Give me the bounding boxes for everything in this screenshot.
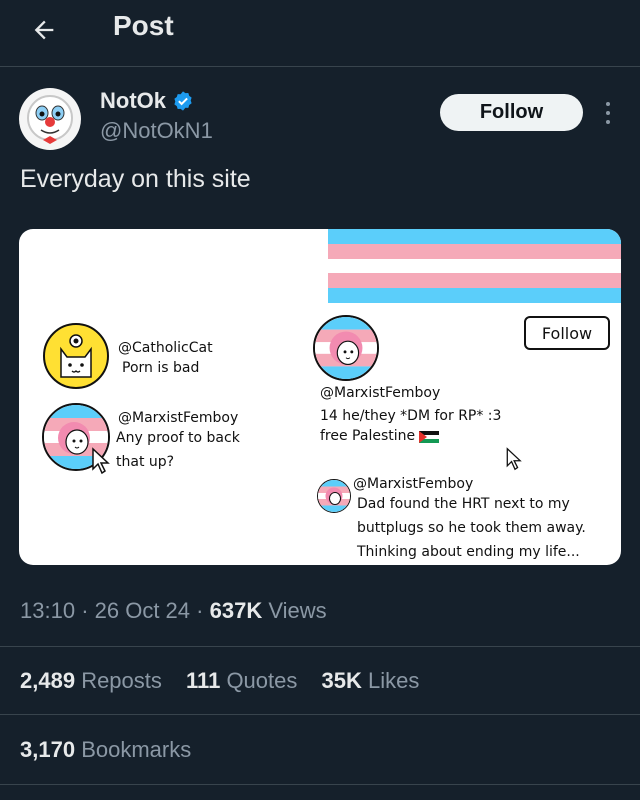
cat-icon	[60, 334, 92, 378]
quotes-stat[interactable]: 111 Quotes	[186, 668, 297, 693]
profile-bio-line1: 14 he/they *DM for RP* :3	[320, 408, 502, 424]
likes-label: Likes	[367, 668, 420, 693]
reposts-stat[interactable]: 2,489 Reposts	[20, 668, 162, 693]
top-bar: Post	[0, 0, 640, 64]
divider	[0, 714, 640, 715]
avatar[interactable]	[19, 88, 81, 150]
femboy-icon	[315, 317, 377, 379]
femboy-icon	[318, 480, 350, 512]
catholiccat-text: Porn is bad	[122, 360, 200, 376]
author-name-text: NotOk	[100, 88, 166, 113]
post-image[interactable]: @CatholicCat Porn is bad @MarxistFemboy …	[19, 229, 621, 565]
follow-button[interactable]: Follow	[440, 94, 583, 131]
post-meta: 13:10 · 26 Oct 24 · 637K Views	[20, 598, 327, 624]
post-date[interactable]: 26 Oct 24	[95, 598, 190, 623]
divider	[0, 66, 640, 67]
cat-avatar	[43, 323, 109, 389]
likes-count: 35K	[321, 668, 362, 693]
likes-stat[interactable]: 35K Likes	[322, 668, 420, 693]
reply-line3: Thinking about ending my life...	[357, 544, 580, 560]
bookmarks-label: Bookmarks	[81, 737, 192, 762]
views-count: 637K	[209, 598, 263, 623]
femboy-reply-line1: Any proof to back	[116, 430, 240, 446]
tweet-text: Everyday on this site	[20, 165, 251, 193]
femboy-reply-line2: that up?	[116, 454, 175, 470]
cursor-icon	[506, 447, 522, 471]
reposts-label: Reposts	[81, 668, 162, 693]
quotes-label: Quotes	[226, 668, 298, 693]
clown-avatar-icon	[27, 95, 73, 144]
engagement-stats: 2,489 Reposts 111 Quotes 35K Likes	[20, 668, 437, 694]
page-title: Post	[113, 10, 174, 41]
reply-line2: buttplugs so he took them away.	[357, 520, 586, 536]
catholiccat-handle: @CatholicCat	[118, 340, 213, 356]
profile-bio-line2-text: free Palestine	[320, 428, 416, 444]
trans-flag-banner	[328, 229, 621, 303]
reply-handle: @MarxistFemboy	[353, 476, 474, 492]
author-handle[interactable]: @NotOkN1	[100, 118, 213, 144]
more-options-icon[interactable]	[598, 96, 618, 130]
separator-dot: ·	[81, 598, 95, 623]
divider	[0, 646, 640, 647]
profile-bio-line2: free Palestine	[320, 427, 440, 446]
bookmarks-stat[interactable]: 3,170 Bookmarks	[20, 737, 191, 763]
femboy-reply-handle: @MarxistFemboy	[118, 410, 239, 426]
reply-avatar	[317, 479, 351, 513]
profile-avatar	[313, 315, 379, 381]
reply-line1: Dad found the HRT next to my	[357, 496, 570, 512]
palestine-flag-icon	[419, 430, 440, 443]
cursor-icon	[92, 447, 110, 475]
profile-follow-button: Follow	[524, 316, 610, 350]
separator-dot: ·	[196, 598, 210, 623]
reposts-count: 2,489	[20, 668, 76, 693]
bookmarks-count: 3,170	[20, 737, 76, 762]
arrow-left-icon	[34, 20, 54, 40]
back-button[interactable]	[26, 12, 62, 48]
verified-badge-icon	[174, 91, 192, 111]
profile-handle: @MarxistFemboy	[320, 385, 441, 401]
divider	[0, 784, 640, 785]
post-time[interactable]: 13:10	[20, 598, 75, 623]
author-name[interactable]: NotOk	[100, 88, 194, 114]
quotes-count: 111	[186, 668, 221, 693]
views-label: Views	[268, 598, 327, 623]
